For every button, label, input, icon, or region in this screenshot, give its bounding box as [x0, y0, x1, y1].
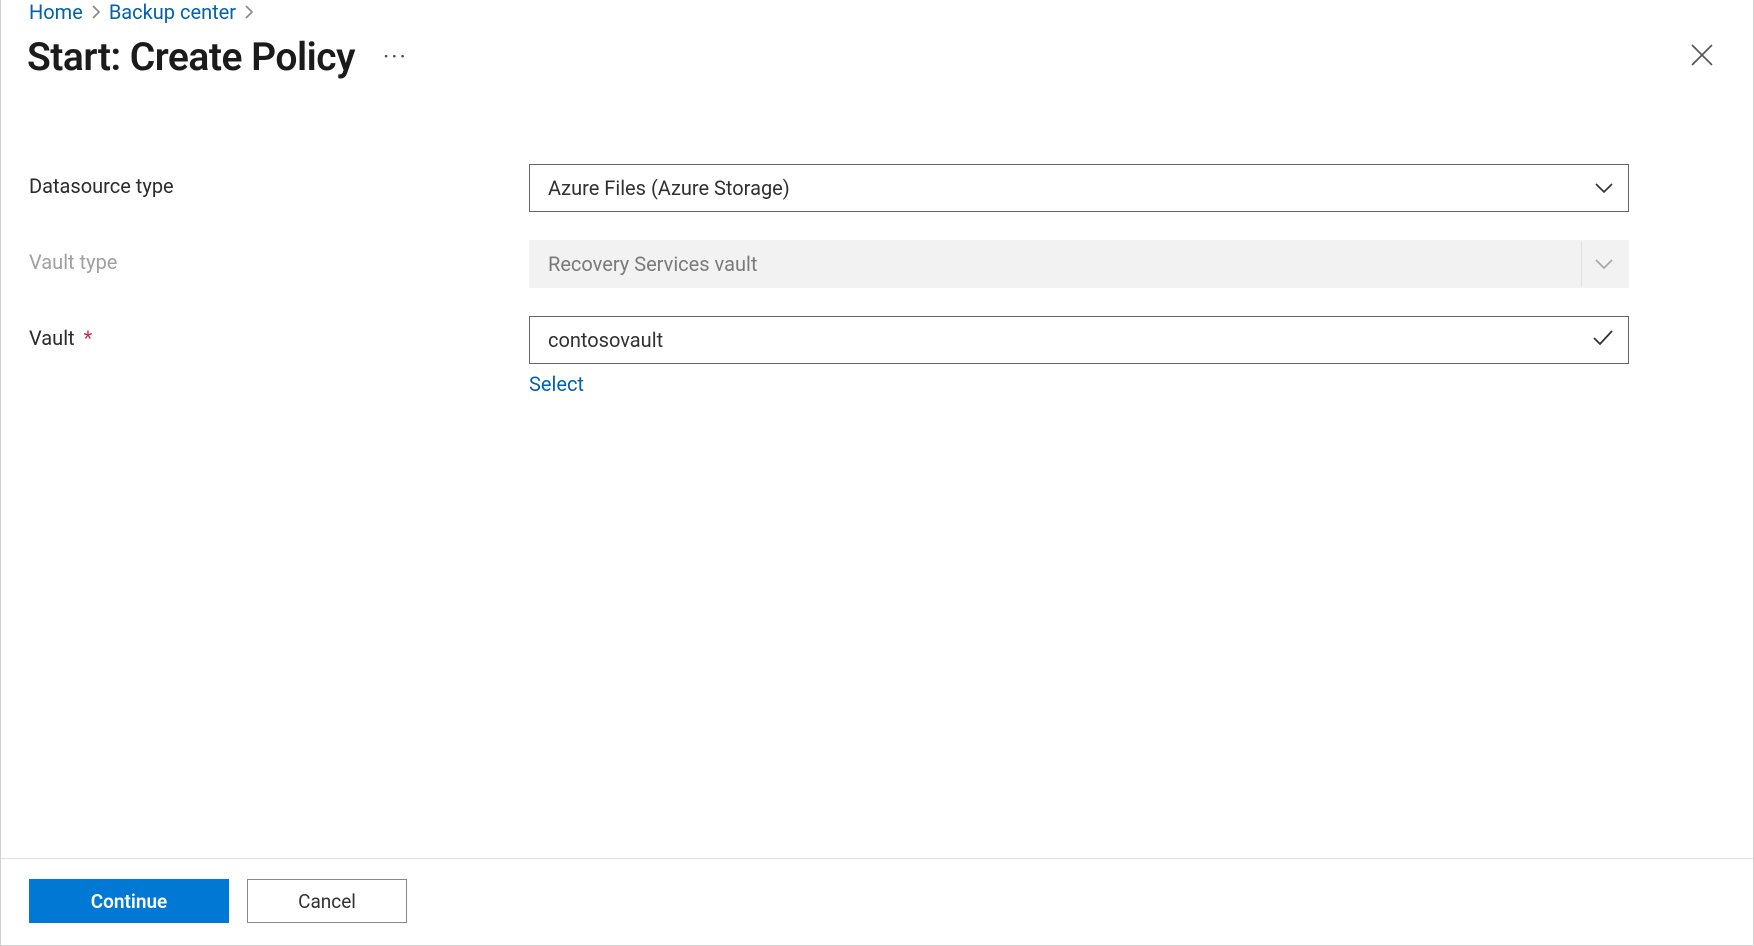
footer: Continue Cancel [1, 858, 1753, 945]
row-datasource-type: Datasource type Azure Files (Azure Stora… [29, 164, 1725, 212]
chevron-right-icon [91, 4, 101, 20]
breadcrumb-home[interactable]: Home [29, 0, 83, 24]
page-title: Start: Create Policy [27, 34, 355, 80]
vault-value: contosovault [548, 328, 663, 352]
checkmark-icon [1592, 328, 1614, 352]
vault-type-select: Recovery Services vault [529, 240, 1629, 288]
chevron-down-icon [1594, 176, 1614, 200]
datasource-type-label: Datasource type [29, 164, 529, 198]
required-marker: * [84, 326, 93, 350]
close-button[interactable] [1683, 36, 1721, 79]
vault-label: Vault * [29, 316, 529, 350]
form-area: Datasource type Azure Files (Azure Stora… [1, 108, 1753, 858]
more-actions-button[interactable]: ··· [377, 41, 414, 73]
close-icon [1689, 52, 1715, 73]
datasource-type-select[interactable]: Azure Files (Azure Storage) [529, 164, 1629, 212]
row-vault-type: Vault type Recovery Services vault [29, 240, 1725, 288]
breadcrumb: Home Backup center [1, 0, 1753, 28]
datasource-type-value: Azure Files (Azure Storage) [548, 176, 790, 200]
vault-type-value: Recovery Services vault [548, 252, 757, 276]
vault-type-label: Vault type [29, 240, 529, 274]
breadcrumb-backup-center[interactable]: Backup center [109, 0, 236, 24]
vault-select-link[interactable]: Select [529, 372, 584, 396]
chevron-right-icon [244, 4, 254, 20]
cancel-button[interactable]: Cancel [247, 879, 407, 923]
vault-input[interactable]: contosovault [529, 316, 1629, 364]
row-vault: Vault * contosovault Select [29, 316, 1725, 396]
vault-label-text: Vault [29, 326, 75, 350]
continue-button[interactable]: Continue [29, 879, 229, 923]
chevron-down-icon [1581, 241, 1614, 287]
